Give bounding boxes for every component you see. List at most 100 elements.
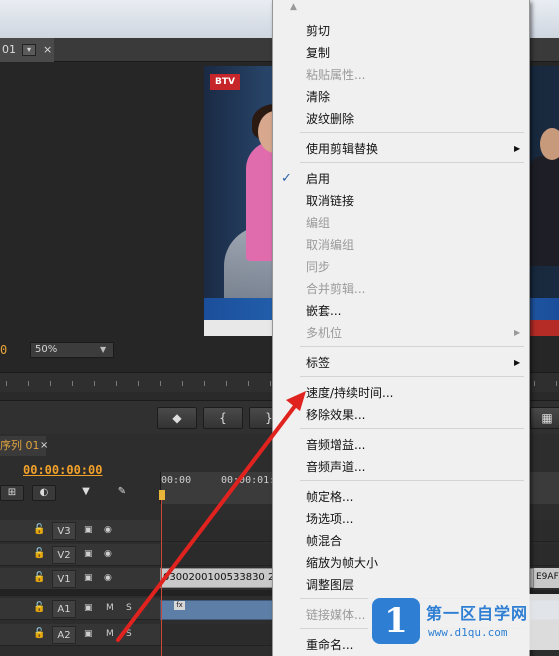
- menu-item: 合并剪辑...: [306, 282, 366, 296]
- lock-icon[interactable]: 🔓: [33, 572, 45, 583]
- ruler-tick: [138, 381, 139, 386]
- timeline-timecode[interactable]: 00:00:00:00: [23, 463, 102, 477]
- ruler-tick: [160, 381, 161, 386]
- submenu-arrow-icon: ▶: [514, 144, 521, 153]
- track-label[interactable]: A1: [52, 600, 76, 618]
- ruler-tick: [6, 381, 7, 386]
- watermark-title: 第一区自学网: [426, 604, 529, 623]
- menu-item[interactable]: 标签: [306, 354, 330, 372]
- video-clip-end[interactable]: E9AF: [533, 568, 559, 588]
- menu-item[interactable]: 缩放为帧大小: [306, 554, 378, 572]
- menu-item[interactable]: 移除效果...: [306, 406, 365, 424]
- menu-item[interactable]: 剪切: [306, 22, 330, 40]
- track-label[interactable]: V1: [52, 570, 76, 588]
- nest-toggle-icon[interactable]: ⊞: [0, 485, 24, 501]
- mute-button[interactable]: M: [106, 603, 114, 613]
- menu-item[interactable]: 波纹删除: [306, 110, 354, 128]
- track-label[interactable]: V3: [52, 522, 76, 540]
- menu-separator: [300, 132, 524, 133]
- ruler-tick: [50, 381, 51, 386]
- ruler-tick: [94, 381, 95, 386]
- track-header-v3: 🔓 V3 ▣ ◉: [0, 520, 160, 542]
- ruler-label: 00:00: [161, 475, 192, 486]
- menu-item[interactable]: 帧混合: [306, 532, 342, 550]
- tab-close-icon[interactable]: ×: [43, 38, 52, 62]
- menu-item[interactable]: 使用剪辑替换: [306, 140, 378, 158]
- film-icon[interactable]: ▣: [84, 549, 93, 559]
- mark-in-button[interactable]: {: [203, 407, 243, 429]
- film-icon[interactable]: ▣: [84, 603, 93, 613]
- ruler-tick: [534, 381, 535, 386]
- channel-logo: BTV: [210, 74, 240, 90]
- menu-item[interactable]: 音频声道...: [306, 458, 365, 476]
- ruler-tick: [72, 381, 73, 386]
- menu-item: 多机位: [306, 326, 343, 340]
- menu-item[interactable]: 嵌套...: [306, 302, 341, 320]
- submenu-arrow-icon: ▶: [514, 328, 521, 337]
- premiere-workspace: 01 ▾ × BTV 0 50% ▼ ◆ { } ▦ 序列 01 × 00:00…: [0, 0, 559, 656]
- menu-item[interactable]: 启用: [306, 170, 330, 188]
- video-second-anchor: [529, 156, 559, 266]
- watermark-url: www.d1qu.com: [428, 626, 508, 639]
- eye-icon[interactable]: ◉: [104, 573, 112, 583]
- eye-icon[interactable]: ◉: [104, 549, 112, 559]
- track-label[interactable]: A2: [52, 626, 76, 644]
- export-frame-icon[interactable]: ▦: [530, 407, 559, 429]
- eye-icon[interactable]: ◉: [104, 525, 112, 535]
- menu-item[interactable]: 复制: [306, 44, 330, 62]
- marker-button[interactable]: ◆: [157, 407, 197, 429]
- scroll-up-icon[interactable]: ▲: [290, 2, 297, 12]
- menu-item[interactable]: 音频增益...: [306, 436, 365, 454]
- menu-item: 链接媒体...: [306, 608, 366, 622]
- film-icon[interactable]: ▣: [84, 525, 93, 535]
- solo-button[interactable]: S: [126, 603, 132, 613]
- ruler-tick: [248, 381, 249, 386]
- lock-icon[interactable]: 🔓: [33, 602, 45, 613]
- ruler-tick: [226, 381, 227, 386]
- menu-separator: [300, 428, 524, 429]
- lock-icon[interactable]: 🔓: [33, 628, 45, 639]
- wrench-icon[interactable]: ✎: [110, 485, 134, 501]
- menu-separator: [300, 480, 524, 481]
- lock-icon[interactable]: 🔓: [33, 548, 45, 559]
- add-marker-icon[interactable]: ▼: [74, 485, 98, 501]
- menu-separator: [300, 346, 524, 347]
- snap-icon[interactable]: ◐: [32, 485, 56, 501]
- chevron-down-icon[interactable]: ▼: [100, 342, 106, 358]
- menu-item: 粘贴属性...: [306, 68, 366, 82]
- solo-button[interactable]: S: [126, 629, 132, 639]
- track-header-v1: 🔓 V1 ▣ ◉: [0, 568, 160, 590]
- sequence-tab-close-icon[interactable]: ×: [40, 436, 48, 456]
- menu-item: 取消编组: [306, 238, 355, 252]
- ruler-tick: [204, 381, 205, 386]
- menu-separator: [300, 376, 524, 377]
- source-panel-tab-label: 01: [2, 43, 16, 56]
- menu-item[interactable]: 场选项...: [306, 510, 353, 528]
- source-timecode[interactable]: 0: [0, 343, 7, 357]
- lock-icon[interactable]: 🔓: [33, 524, 45, 535]
- mute-button[interactable]: M: [106, 629, 114, 639]
- ruler-tick: [182, 381, 183, 386]
- tab-menu-button[interactable]: ▾: [22, 44, 36, 56]
- ruler-tick: [28, 381, 29, 386]
- menu-item: 编组: [306, 216, 331, 230]
- ruler-tick: [270, 381, 271, 386]
- menu-item[interactable]: 速度/持续时间...: [306, 384, 394, 402]
- menu-item[interactable]: 清除: [306, 88, 330, 106]
- menu-item[interactable]: 帧定格...: [306, 488, 353, 506]
- check-icon: ✓: [281, 171, 292, 186]
- film-icon[interactable]: ▣: [84, 629, 93, 639]
- watermark-logo-text: 1: [384, 601, 408, 641]
- playhead-handle[interactable]: [159, 490, 165, 500]
- video-second-anchor-head: [540, 128, 559, 160]
- track-header-a1: 🔓 A1 ▣ M S: [0, 598, 160, 620]
- film-icon[interactable]: ▣: [84, 573, 93, 583]
- track-header-a2: 🔓 A2 ▣ M S: [0, 624, 160, 646]
- menu-item[interactable]: 重命名...: [306, 636, 353, 654]
- playhead-line: [161, 500, 162, 656]
- menu-item[interactable]: 调整图层: [306, 576, 354, 594]
- menu-separator: [300, 162, 524, 163]
- menu-item[interactable]: 取消链接: [306, 192, 354, 210]
- fx-badge: fx: [174, 601, 185, 610]
- track-label[interactable]: V2: [52, 546, 76, 564]
